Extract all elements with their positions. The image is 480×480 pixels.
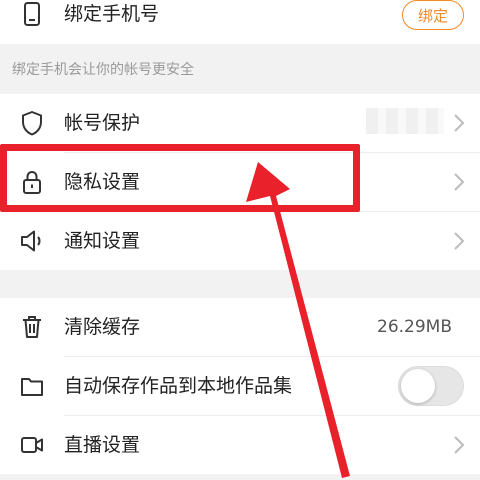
menu-item-clear-cache[interactable]: 清除缓存 26.29MB	[0, 298, 480, 356]
bind-phone-label: 绑定手机号	[64, 3, 160, 25]
chevron-right-icon	[452, 434, 466, 456]
shield-icon	[18, 109, 46, 137]
folder-icon	[18, 372, 46, 400]
bind-phone-hint: 绑定手机会让你的帐号更安全	[12, 62, 194, 78]
bottom-band	[0, 474, 480, 480]
account-protection-label: 帐号保护	[64, 112, 141, 134]
section-separator	[0, 270, 480, 298]
chevron-right-icon	[452, 230, 466, 252]
toggle-knob	[401, 369, 435, 403]
live-settings-label: 直播设置	[64, 434, 141, 456]
highlight-box	[0, 144, 360, 212]
trash-icon	[18, 313, 46, 341]
menu-item-notification-settings[interactable]: 通知设置	[0, 212, 480, 270]
bind-phone-row[interactable]: 绑定手机号 绑定	[0, 0, 480, 44]
bind-button[interactable]: 绑定	[402, 0, 464, 30]
video-camera-icon	[18, 431, 46, 459]
phone-icon	[18, 1, 46, 29]
chevron-right-icon	[452, 112, 466, 134]
auto-save-label: 自动保存作品到本地作品集	[64, 375, 293, 397]
notification-settings-label: 通知设置	[64, 230, 141, 252]
auto-save-toggle[interactable]	[398, 366, 464, 406]
cache-size-value: 26.29MB	[377, 317, 452, 337]
settings-screen: 绑定手机号 绑定 绑定手机会让你的帐号更安全 帐号保护 隐私设置 通知设置 清除…	[0, 0, 480, 480]
masked-account-info	[366, 108, 444, 134]
menu-item-live-settings[interactable]: 直播设置	[0, 416, 480, 474]
chevron-right-icon	[452, 171, 466, 193]
clear-cache-label: 清除缓存	[64, 316, 141, 338]
speaker-icon	[18, 227, 46, 255]
